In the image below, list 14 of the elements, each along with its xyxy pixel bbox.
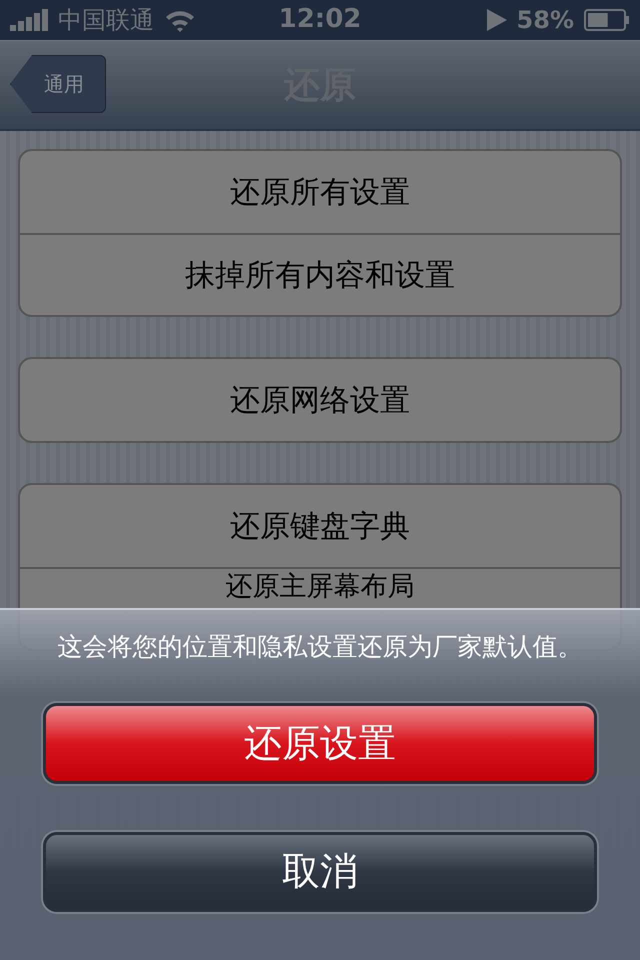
status-time: 12:02 bbox=[278, 4, 362, 34]
carrier-name: 中国联通 bbox=[58, 5, 154, 36]
settings-row[interactable]: 还原所有设置 bbox=[20, 151, 620, 233]
back-button[interactable]: 通用 bbox=[10, 55, 106, 113]
cancel-button[interactable]: 取消 bbox=[43, 832, 597, 912]
sheet-message: 这会将您的位置和隐私设置还原为厂家默认值。 bbox=[58, 631, 582, 663]
settings-row[interactable]: 抹掉所有内容和设置 bbox=[20, 233, 620, 315]
play-icon bbox=[486, 9, 507, 31]
settings-row[interactable]: 还原网络设置 bbox=[20, 359, 620, 441]
settings-row[interactable]: 还原键盘字典 bbox=[20, 485, 620, 567]
battery-percent: 58% bbox=[516, 6, 574, 34]
signal-icon bbox=[10, 9, 48, 31]
reset-button[interactable]: 还原设置 bbox=[43, 703, 597, 784]
battery-icon bbox=[584, 9, 630, 31]
